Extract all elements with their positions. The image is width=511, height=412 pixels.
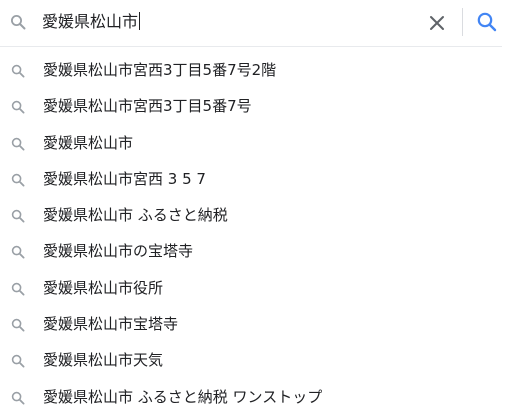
suggestion-text: 愛媛県松山市役所 <box>43 278 164 297</box>
search-icon <box>11 281 25 296</box>
search-input-value: 愛媛県松山市 <box>42 12 139 31</box>
suggestion-list: 愛媛県松山市宮西3丁目5番7号2階 愛媛県松山市宮西3丁目5番7号 愛媛県松山市愛媛… <box>0 52 511 412</box>
search-icon <box>11 99 25 114</box>
suggestion-text: 愛媛県松山市天気 <box>43 351 164 370</box>
suggestion-item[interactable]: 愛媛県松山市 <box>0 125 511 161</box>
suggestion-text: 愛媛県松山市宮西 3 5 7 <box>43 169 206 188</box>
suggestion-item[interactable]: 愛媛県松山市宮西3丁目5番7号2階 <box>0 52 511 88</box>
search-icon <box>11 353 25 368</box>
search-autocomplete: 愛媛県松山市 愛媛県松山市宮西3丁目5番7号2階 愛媛県松山市宮西3丁目5番7号愛… <box>0 0 511 412</box>
suggestion-item[interactable]: 愛媛県松山市 ふるさと納税 <box>0 197 511 233</box>
suggestion-item[interactable]: 愛媛県松山市宮西 3 5 7 <box>0 161 511 197</box>
clear-search-button[interactable] <box>424 10 450 36</box>
search-icon <box>477 12 497 32</box>
suggestion-text: 愛媛県松山市の宝塔寺 <box>43 242 194 261</box>
suggestion-text: 愛媛県松山市 ふるさと納税 ワンストップ <box>43 387 323 406</box>
search-icon <box>11 208 25 223</box>
suggestion-item[interactable]: 愛媛県松山市の宝塔寺 <box>0 233 511 269</box>
search-icon <box>11 136 25 151</box>
suggestion-item[interactable]: 愛媛県松山市天気 <box>0 342 511 378</box>
suggestion-text: 愛媛県松山市宮西3丁目5番7号 <box>43 97 252 116</box>
search-input[interactable]: 愛媛県松山市 <box>42 9 402 35</box>
suggestion-text: 愛媛県松山市 <box>43 133 134 152</box>
search-icon <box>11 63 25 78</box>
search-icon <box>10 14 26 30</box>
suggestion-text: 愛媛県松山市宝塔寺 <box>43 315 179 334</box>
suggestion-text: 愛媛県松山市 ふるさと納税 <box>43 206 228 225</box>
suggestion-item[interactable]: 愛媛県松山市役所 <box>0 270 511 306</box>
search-icon <box>11 172 25 187</box>
search-icon <box>11 317 25 332</box>
divider <box>462 8 463 36</box>
suggestion-text: 愛媛県松山市宮西3丁目5番7号2階 <box>43 61 277 79</box>
close-icon <box>430 16 444 30</box>
text-caret <box>139 12 141 30</box>
suggestion-item[interactable]: 愛媛県松山市 ふるさと納税 ワンストップ <box>0 379 511 412</box>
suggestion-item[interactable]: 愛媛県松山市宮西3丁目5番7号 <box>0 88 511 124</box>
search-bar: 愛媛県松山市 <box>0 0 502 47</box>
search-icon <box>11 244 25 259</box>
suggestion-item[interactable]: 愛媛県松山市宝塔寺 <box>0 306 511 342</box>
search-icon <box>11 390 25 405</box>
search-submit-button[interactable] <box>474 9 500 35</box>
